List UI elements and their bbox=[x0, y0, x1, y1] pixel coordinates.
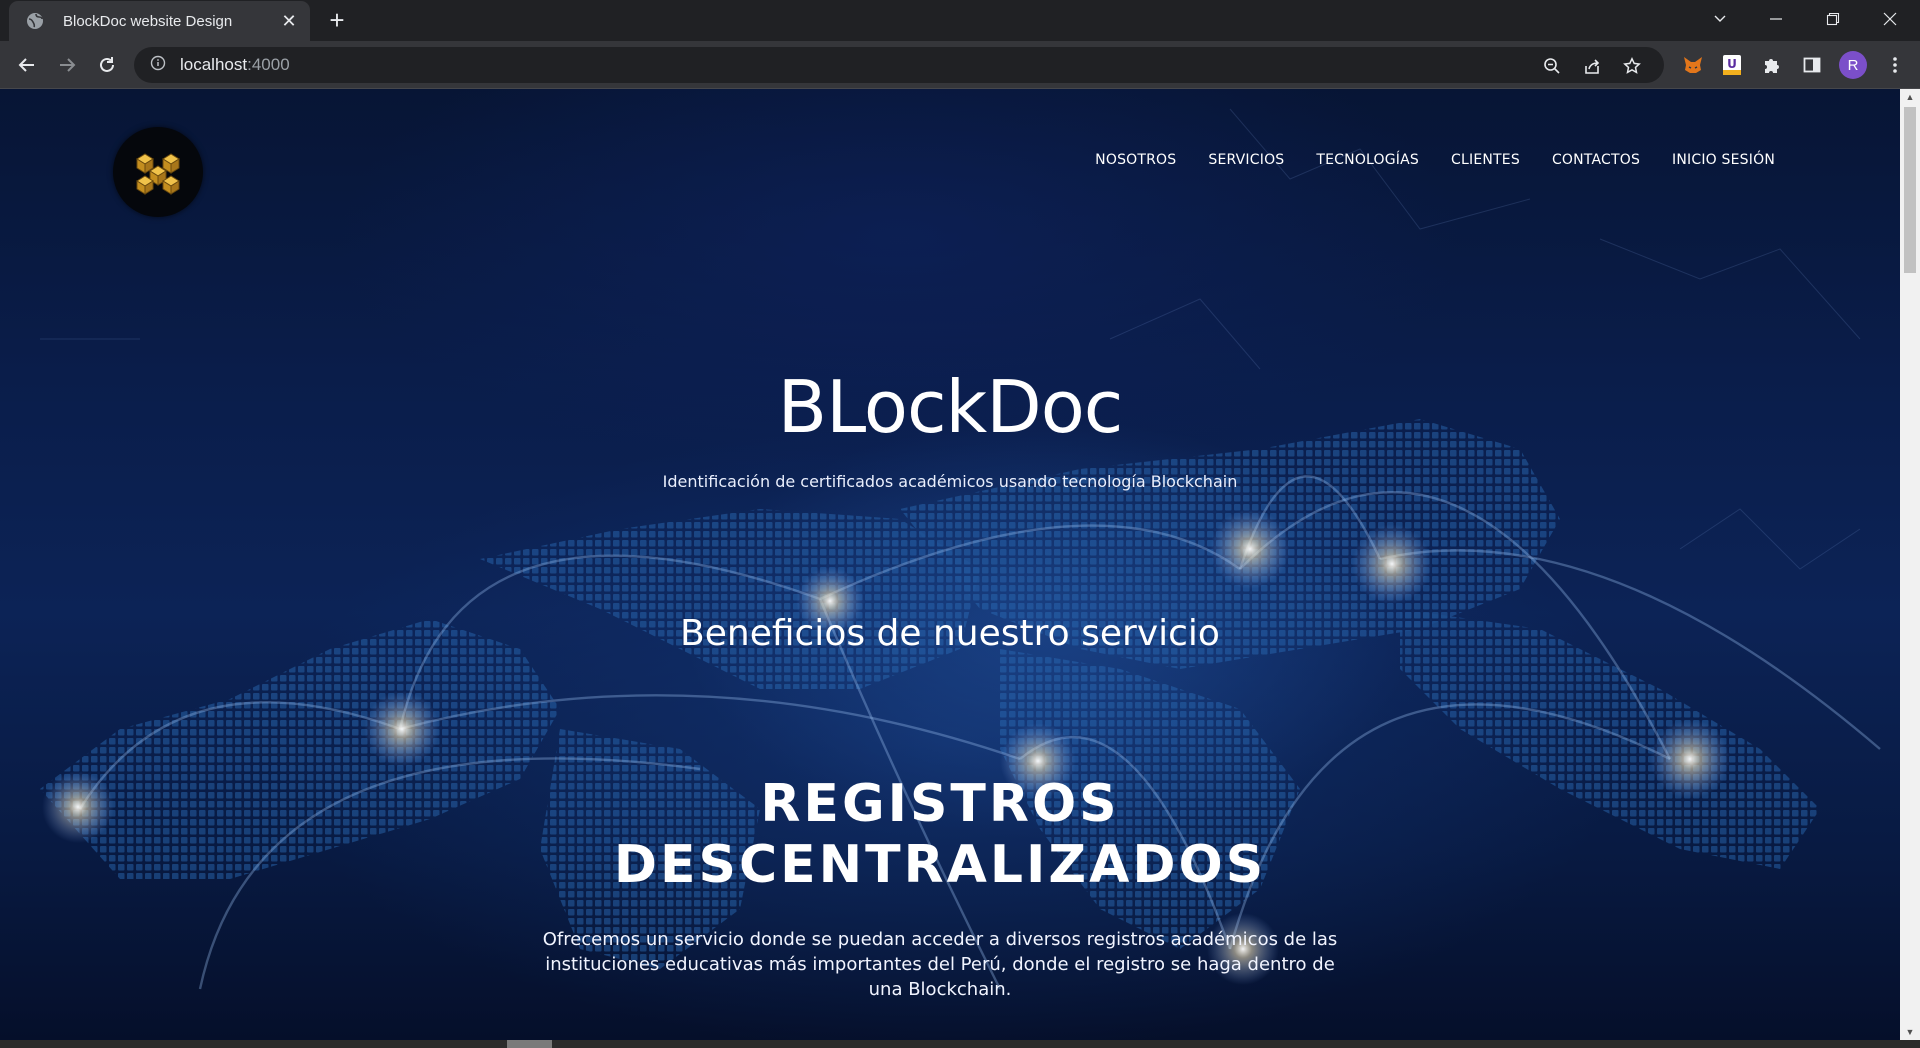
nav-inicio-sesion[interactable]: INICIO SESIÓN bbox=[1672, 152, 1775, 168]
scroll-down-arrow-icon[interactable]: ▼ bbox=[1900, 1024, 1920, 1040]
feature-description: Ofrecemos un servicio donde se puedan ac… bbox=[542, 929, 1338, 1000]
scroll-up-arrow-icon[interactable]: ▲ bbox=[1900, 89, 1920, 105]
profile-avatar[interactable]: R bbox=[1839, 51, 1867, 79]
nav-tecnologias[interactable]: TECNOLOGÍAS bbox=[1316, 152, 1419, 168]
close-icon[interactable]: ✕ bbox=[278, 10, 300, 32]
browser-tab[interactable]: BlockDoc website Design ✕ bbox=[9, 1, 310, 41]
svg-text:U: U bbox=[1727, 57, 1737, 71]
url-host: localhost bbox=[180, 55, 248, 74]
address-bar[interactable]: localhost:4000 bbox=[134, 47, 1664, 83]
star-icon[interactable] bbox=[1622, 56, 1642, 76]
feature-title: REGISTROS DESCENTRALIZADOS bbox=[0, 774, 1880, 896]
browser-toolbar: localhost:4000 U R bbox=[0, 41, 1920, 89]
menu-dots-icon[interactable] bbox=[1883, 53, 1907, 77]
nav-clientes[interactable]: CLIENTES bbox=[1451, 152, 1520, 168]
plus-icon[interactable]: + bbox=[322, 7, 352, 34]
nav-nosotros[interactable]: NOSOTROS bbox=[1095, 152, 1176, 168]
blocks-logo-icon[interactable] bbox=[113, 127, 203, 217]
fox-extension-icon[interactable] bbox=[1681, 53, 1705, 77]
site-header: NOSOTROS SERVICIOS TECNOLOGÍAS CLIENTES … bbox=[0, 89, 1900, 239]
tab-title: BlockDoc website Design bbox=[63, 12, 233, 30]
forward-arrow-icon[interactable] bbox=[52, 50, 82, 80]
reload-icon[interactable] bbox=[92, 50, 122, 80]
nav-contactos[interactable]: CONTACTOS bbox=[1552, 152, 1640, 168]
restore-icon[interactable] bbox=[1805, 0, 1861, 38]
feature-title-line2: DESCENTRALIZADOS bbox=[613, 835, 1267, 895]
puzzle-icon[interactable] bbox=[1760, 53, 1784, 77]
zoom-icon[interactable] bbox=[1542, 56, 1562, 76]
globe-icon bbox=[26, 12, 44, 30]
tab-strip: BlockDoc website Design ✕ + bbox=[0, 0, 1920, 41]
hero-subtitle: Identificación de certificados académico… bbox=[662, 472, 1238, 491]
sidepanel-icon[interactable] bbox=[1800, 53, 1824, 77]
page-viewport: NOSOTROS SERVICIOS TECNOLOGÍAS CLIENTES … bbox=[0, 89, 1900, 1040]
scrollbar-thumb[interactable] bbox=[1904, 107, 1916, 273]
chevron-down-icon[interactable] bbox=[1692, 0, 1748, 38]
info-icon[interactable] bbox=[150, 55, 166, 76]
close-window-icon[interactable] bbox=[1862, 0, 1918, 38]
main-nav: NOSOTROS SERVICIOS TECNOLOGÍAS CLIENTES … bbox=[1063, 152, 1775, 168]
benefits-title: Beneficios de nuestro servicio bbox=[680, 613, 1220, 654]
hero-title: BLockDoc bbox=[777, 365, 1124, 449]
u-extension-icon[interactable]: U bbox=[1720, 53, 1744, 77]
back-arrow-icon[interactable] bbox=[12, 50, 42, 80]
horizontal-scrollbar[interactable] bbox=[0, 1040, 1920, 1048]
minimize-icon[interactable] bbox=[1748, 0, 1804, 38]
nav-servicios[interactable]: SERVICIOS bbox=[1208, 152, 1284, 168]
vertical-scrollbar[interactable]: ▲ ▼ bbox=[1900, 89, 1920, 1040]
url-port: :4000 bbox=[247, 55, 290, 74]
feature-title-line1: REGISTROS bbox=[760, 774, 1120, 834]
share-icon[interactable] bbox=[1582, 56, 1602, 76]
horizontal-scrollbar-thumb[interactable] bbox=[507, 1040, 552, 1048]
